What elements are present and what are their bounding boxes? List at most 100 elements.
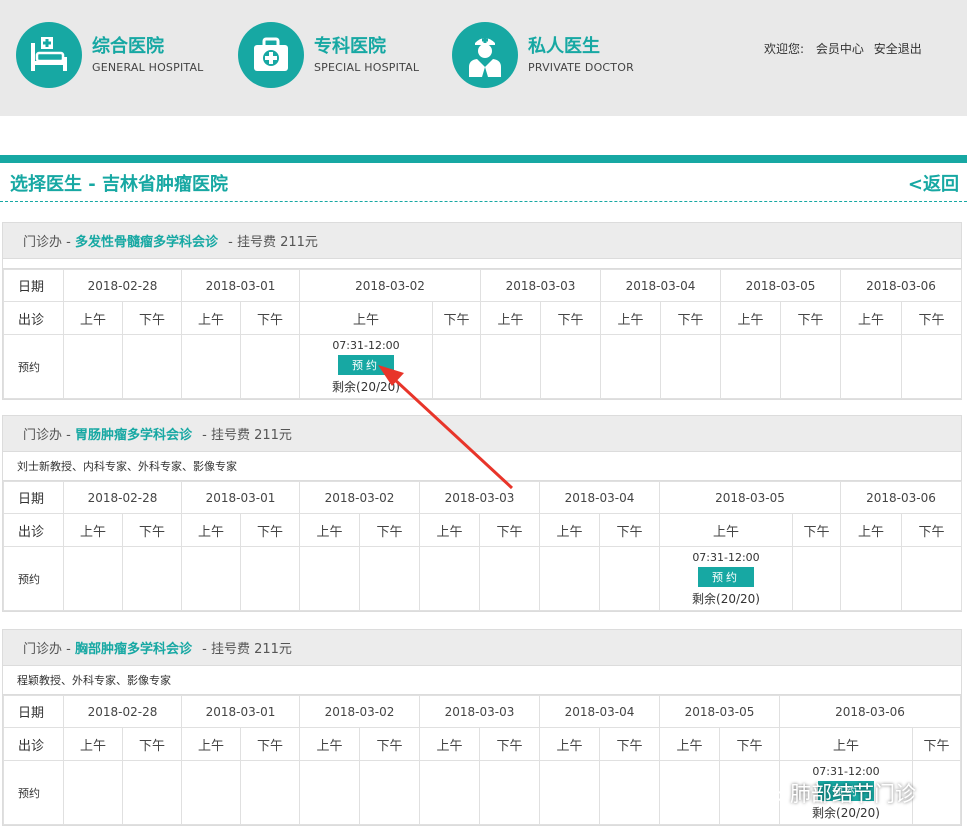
am-cell: 上午: [779, 727, 913, 761]
book-button[interactable]: 预约: [698, 566, 754, 587]
book-button[interactable]: 预约: [338, 354, 394, 375]
available-slot: 07:31-12:00 预约 剩余(20/20): [659, 546, 793, 611]
clinic-block: 门诊办 - 胃肠肿瘤多学科会诊 - 挂号费 211元 刘士新教授、内科专家、外科…: [2, 415, 962, 612]
date-cell: 2018-03-03: [419, 481, 540, 514]
nav-title: 专科医院: [314, 36, 386, 57]
pm-cell: 下午: [719, 727, 780, 761]
date-cell: 2018-02-28: [63, 481, 182, 514]
date-label: 日期: [3, 269, 64, 302]
dept-prefix: 门诊办 -: [23, 642, 71, 657]
pm-cell: 下午: [240, 301, 300, 335]
pm-cell: 下午: [240, 513, 300, 547]
am-cell: 上午: [539, 513, 600, 547]
nav-subtitle: PRVIVATE DOCTOR: [528, 61, 634, 74]
am-cell: 上午: [299, 727, 360, 761]
pm-cell: 下午: [479, 513, 540, 547]
pm-cell: 下午: [780, 301, 841, 335]
session-row: 出诊 上午 下午 上午 下午 上午 下午 上午 下午 上午 下午 上午 下午 上午 下午: [3, 513, 962, 547]
pm-cell: 下午: [359, 513, 420, 547]
dept-prefix: 门诊办 -: [23, 428, 71, 443]
date-row: 日期 2018-02-28 2018-03-01 2018-03-02 2018…: [3, 269, 962, 302]
pm-cell: 下午: [599, 727, 660, 761]
am-cell: 上午: [840, 513, 902, 547]
welcome-text: 欢迎您:: [764, 42, 805, 56]
back-link[interactable]: <返回: [908, 170, 959, 196]
remaining-count: 剩余(20/20): [692, 591, 760, 606]
pm-cell: 下午: [912, 727, 961, 761]
nav-subtitle: GENERAL HOSPITAL: [92, 61, 204, 74]
am-cell: 上午: [181, 513, 241, 547]
date-cell: 2018-03-01: [181, 269, 300, 302]
am-cell: 上午: [419, 727, 480, 761]
watermark: 肺部结节门诊: [760, 778, 916, 808]
doctor-list: 刘士新教授、内科专家、外科专家、影像专家: [3, 452, 961, 481]
date-cell: 2018-03-05: [659, 695, 780, 728]
date-cell: 2018-02-28: [63, 695, 182, 728]
site-header: 综合医院 GENERAL HOSPITAL 专科医院 SPECIAL HOSPI…: [0, 0, 967, 116]
booking-label: 预约: [3, 760, 64, 825]
clinic-block: 门诊办 - 多发性骨髓瘤多学科会诊 - 挂号费 211元 日期 2018-02-…: [2, 222, 962, 400]
first-aid-kit-icon: [238, 22, 304, 88]
nav-private-doctor[interactable]: 私人医生 PRVIVATE DOCTOR: [452, 20, 634, 90]
pm-cell: 下午: [792, 513, 841, 547]
am-cell: 上午: [539, 727, 600, 761]
pm-cell: 下午: [540, 301, 601, 335]
clinic-fee: - 挂号费 211元: [202, 428, 292, 443]
date-cell: 2018-03-01: [181, 481, 300, 514]
nav-general-hospital[interactable]: 综合医院 GENERAL HOSPITAL: [16, 20, 204, 90]
am-cell: 上午: [63, 513, 123, 547]
booking-label: 预约: [3, 546, 64, 611]
pm-cell: 下午: [599, 513, 660, 547]
member-center-link[interactable]: 会员中心: [816, 42, 864, 56]
pm-cell: 下午: [901, 513, 962, 547]
schedule-table: 日期 2018-02-28 2018-03-01 2018-03-02 2018…: [3, 269, 962, 399]
date-cell: 2018-03-03: [480, 269, 601, 302]
doctor-list: 程颖教授、外科专家、影像专家: [3, 666, 961, 695]
date-cell: 2018-03-04: [600, 269, 721, 302]
pm-cell: 下午: [122, 301, 182, 335]
clinic-name: 多发性骨髓瘤多学科会诊: [74, 235, 218, 250]
slot-time: 07:31-12:00: [812, 764, 880, 778]
session-label: 出诊: [3, 513, 64, 547]
date-cell: 2018-03-04: [539, 481, 660, 514]
page-title: 选择医生 - 吉林省肿瘤医院: [10, 174, 229, 195]
date-cell: 2018-03-06: [840, 269, 962, 302]
clinic-name: 胸部肿瘤多学科会诊: [74, 642, 192, 657]
am-cell: 上午: [299, 513, 360, 547]
am-cell: 上午: [840, 301, 902, 335]
remaining-count: 剩余(20/20): [332, 379, 400, 394]
pm-cell: 下午: [479, 727, 540, 761]
date-cell: 2018-03-03: [419, 695, 540, 728]
pm-cell: 下午: [359, 727, 420, 761]
date-cell: 2018-03-02: [299, 481, 420, 514]
hospital-bed-icon: [16, 22, 82, 88]
date-cell: 2018-03-02: [299, 695, 420, 728]
pm-cell: 下午: [660, 301, 721, 335]
clinic-fee: - 挂号费 211元: [202, 642, 292, 657]
am-cell: 上午: [63, 727, 123, 761]
booking-label: 预约: [3, 334, 64, 399]
pm-cell: 下午: [240, 727, 300, 761]
date-row: 日期 2018-02-28 2018-03-01 2018-03-02 2018…: [3, 481, 962, 514]
am-cell: 上午: [659, 513, 793, 547]
date-row: 日期 2018-02-28 2018-03-01 2018-03-02 2018…: [3, 695, 961, 728]
slot-time: 07:31-12:00: [332, 338, 400, 352]
date-cell: 2018-03-06: [779, 695, 961, 728]
nav-subtitle: SPECIAL HOSPITAL: [314, 61, 420, 74]
session-row: 出诊 上午 下午 上午 下午 上午 下午 上午 下午 上午 下午 上午 下午 上午 下午: [3, 301, 962, 335]
user-links: 欢迎您: 会员中心 安全退出: [764, 40, 928, 57]
booking-row: 预约 07:31-12:00 预约 剩余(20/20): [3, 334, 962, 399]
clinic-name: 胃肠肿瘤多学科会诊: [74, 428, 192, 443]
date-label: 日期: [3, 695, 64, 728]
nav-special-hospital[interactable]: 专科医院 SPECIAL HOSPITAL: [238, 20, 419, 90]
date-cell: 2018-03-05: [659, 481, 841, 514]
date-cell: 2018-03-05: [720, 269, 841, 302]
nav-title: 综合医院: [92, 36, 164, 57]
nav-title: 私人医生: [528, 36, 600, 57]
am-cell: 上午: [659, 727, 720, 761]
pm-cell: 下午: [122, 727, 182, 761]
logout-link[interactable]: 安全退出: [874, 42, 922, 56]
am-cell: 上午: [600, 301, 661, 335]
date-cell: 2018-03-02: [299, 269, 481, 302]
dept-prefix: 门诊办 -: [23, 235, 71, 250]
